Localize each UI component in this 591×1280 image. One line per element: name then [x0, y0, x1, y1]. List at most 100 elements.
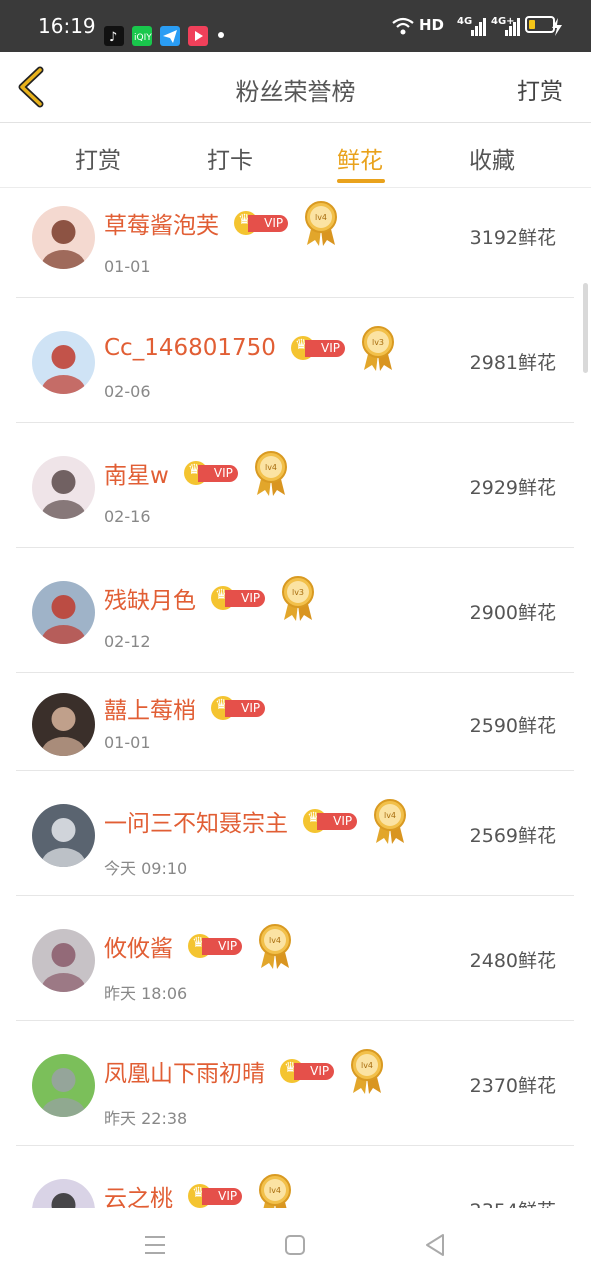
- fan-name[interactable]: 草莓酱泡芙: [104, 213, 219, 239]
- name-line: 凤凰山下雨初晴 VIP lv4: [104, 1047, 385, 1094]
- fan-row[interactable]: 一问三不知聂宗主 VIP lv4 今天 09:10 2569鲜花: [16, 771, 574, 896]
- avatar[interactable]: [32, 206, 95, 269]
- avatar[interactable]: [32, 456, 95, 519]
- flower-count: 2929鲜花: [469, 477, 556, 499]
- fan-name[interactable]: 南星w: [104, 463, 169, 489]
- tab-checkin[interactable]: 打卡: [207, 141, 253, 175]
- fan-name[interactable]: Cc_146801750: [104, 335, 276, 361]
- fan-name[interactable]: 一问三不知聂宗主: [104, 811, 288, 837]
- vip-label: VIP: [225, 700, 266, 717]
- flower-count: 2981鲜花: [469, 352, 556, 374]
- name-line: 攸攸酱 VIP lv4: [104, 922, 293, 969]
- vip-badge: VIP: [211, 586, 266, 610]
- vip-label: VIP: [225, 590, 266, 607]
- home-button[interactable]: [282, 1232, 308, 1258]
- flower-count: 2480鲜花: [469, 950, 556, 972]
- fan-row[interactable]: 南星w VIP lv4 02-16 2929鲜花: [16, 423, 574, 548]
- notification-dot-icon: [218, 32, 224, 38]
- vip-badge: VIP: [291, 336, 345, 360]
- avatar[interactable]: [32, 929, 95, 992]
- messenger-app-icon: [160, 26, 180, 46]
- level-medal-icon: lv4: [349, 1047, 385, 1095]
- fan-name[interactable]: 囍上莓梢: [104, 698, 196, 724]
- avatar[interactable]: [32, 331, 95, 394]
- fan-name[interactable]: 云之桃: [104, 1186, 173, 1208]
- flower-count: 2569鲜花: [469, 825, 556, 847]
- scrollbar[interactable]: [583, 283, 588, 373]
- fan-row[interactable]: 云之桃 VIP lv4 2354鲜花: [16, 1146, 574, 1208]
- name-line: 一问三不知聂宗主 VIP lv4: [104, 797, 408, 844]
- signal-icon-2: [505, 18, 520, 36]
- back-nav-button[interactable]: [422, 1232, 448, 1258]
- fan-row[interactable]: 残缺月色 VIP lv3 02-12 2900鲜花: [16, 548, 574, 673]
- name-line: 残缺月色 VIP lv3: [104, 574, 316, 621]
- level-medal-icon: lv4: [303, 199, 339, 247]
- fan-date: 昨天 22:38: [104, 1109, 188, 1128]
- level-medal-icon: lv4: [257, 922, 293, 970]
- fan-date: 01-01: [104, 257, 151, 276]
- tab-reward[interactable]: 打赏: [75, 141, 121, 175]
- level-label: lv4: [384, 811, 396, 820]
- vip-label: VIP: [305, 340, 345, 357]
- flower-count: 3192鲜花: [469, 227, 556, 249]
- fan-name[interactable]: 凤凰山下雨初晴: [104, 1061, 265, 1087]
- fan-row[interactable]: 草莓酱泡芙 VIP lv4 01-01 3192鲜花: [16, 188, 574, 298]
- system-nav-bar: [0, 1208, 591, 1280]
- vip-label: VIP: [317, 813, 358, 830]
- level-label: lv4: [265, 463, 277, 472]
- video-app-icon: [188, 26, 208, 46]
- vip-badge: VIP: [188, 934, 243, 958]
- fan-date: 昨天 18:06: [104, 984, 188, 1003]
- level-medal-icon: lv4: [257, 1172, 293, 1208]
- fan-row[interactable]: Cc_146801750 VIP lv3 02-06 2981鲜花: [16, 298, 574, 423]
- name-line: Cc_146801750 VIP lv3: [104, 324, 396, 371]
- fan-ranking-list[interactable]: 草莓酱泡芙 VIP lv4 01-01 3192鲜花: [0, 188, 591, 1208]
- reward-button[interactable]: 打赏: [517, 72, 563, 106]
- avatar[interactable]: [32, 693, 95, 756]
- fan-row[interactable]: 囍上莓梢 VIP 01-01 2590鲜花: [16, 673, 574, 771]
- menu-button[interactable]: [142, 1232, 168, 1258]
- vip-badge: VIP: [303, 809, 358, 833]
- vip-label: VIP: [294, 1063, 335, 1080]
- tab-bar: 打赏 打卡 鲜花 收藏: [0, 123, 591, 188]
- tab-flowers[interactable]: 鲜花: [337, 141, 383, 175]
- fan-row[interactable]: 凤凰山下雨初晴 VIP lv4 昨天 22:38 2370鲜花: [16, 1021, 574, 1146]
- network-4g-label: 4G: [457, 16, 473, 27]
- level-label: lv3: [292, 588, 304, 597]
- svg-text:♪: ♪: [109, 30, 117, 45]
- status-indicators: HD 4G 4G+: [391, 16, 562, 38]
- status-bar: 16:19 ♪ iQIY HD 4G 4G+: [0, 0, 591, 52]
- fan-date: 02-12: [104, 632, 151, 651]
- name-line: 南星w VIP lv4: [104, 449, 289, 496]
- hd-label: HD: [419, 16, 445, 34]
- vip-label: VIP: [248, 215, 289, 232]
- fan-date: 02-06: [104, 382, 151, 401]
- signal-icon: [471, 18, 486, 36]
- flower-count: 2354鲜花: [470, 1196, 556, 1208]
- iqiyi-app-icon: iQIY: [132, 26, 152, 46]
- home-square-icon: [285, 1235, 305, 1255]
- vip-label: VIP: [202, 1188, 243, 1205]
- flower-count: 2900鲜花: [469, 602, 556, 624]
- avatar[interactable]: [32, 1179, 95, 1208]
- level-medal-icon: lv3: [280, 574, 316, 622]
- avatar[interactable]: [32, 1054, 95, 1117]
- name-line: 草莓酱泡芙 VIP lv4: [104, 199, 339, 246]
- name-line: 囍上莓梢 VIP: [104, 691, 266, 731]
- wifi-icon: [392, 17, 414, 35]
- active-tab-indicator: [337, 179, 385, 183]
- flower-count: 2590鲜花: [469, 715, 556, 737]
- tab-favorites[interactable]: 收藏: [469, 141, 515, 175]
- vip-badge: VIP: [234, 211, 289, 235]
- avatar[interactable]: [32, 581, 95, 644]
- fan-name[interactable]: 攸攸酱: [104, 936, 173, 962]
- vip-label: VIP: [202, 938, 243, 955]
- fan-name[interactable]: 残缺月色: [104, 588, 196, 614]
- fan-date: 今天 09:10: [104, 859, 188, 878]
- menu-icon: [145, 1236, 165, 1254]
- vip-badge: VIP: [188, 1184, 243, 1208]
- level-medal-icon: lv4: [253, 449, 289, 497]
- fan-row[interactable]: 攸攸酱 VIP lv4 昨天 18:06 2480鲜花: [16, 896, 574, 1021]
- name-line: 云之桃 VIP lv4: [104, 1172, 293, 1208]
- avatar[interactable]: [32, 804, 95, 867]
